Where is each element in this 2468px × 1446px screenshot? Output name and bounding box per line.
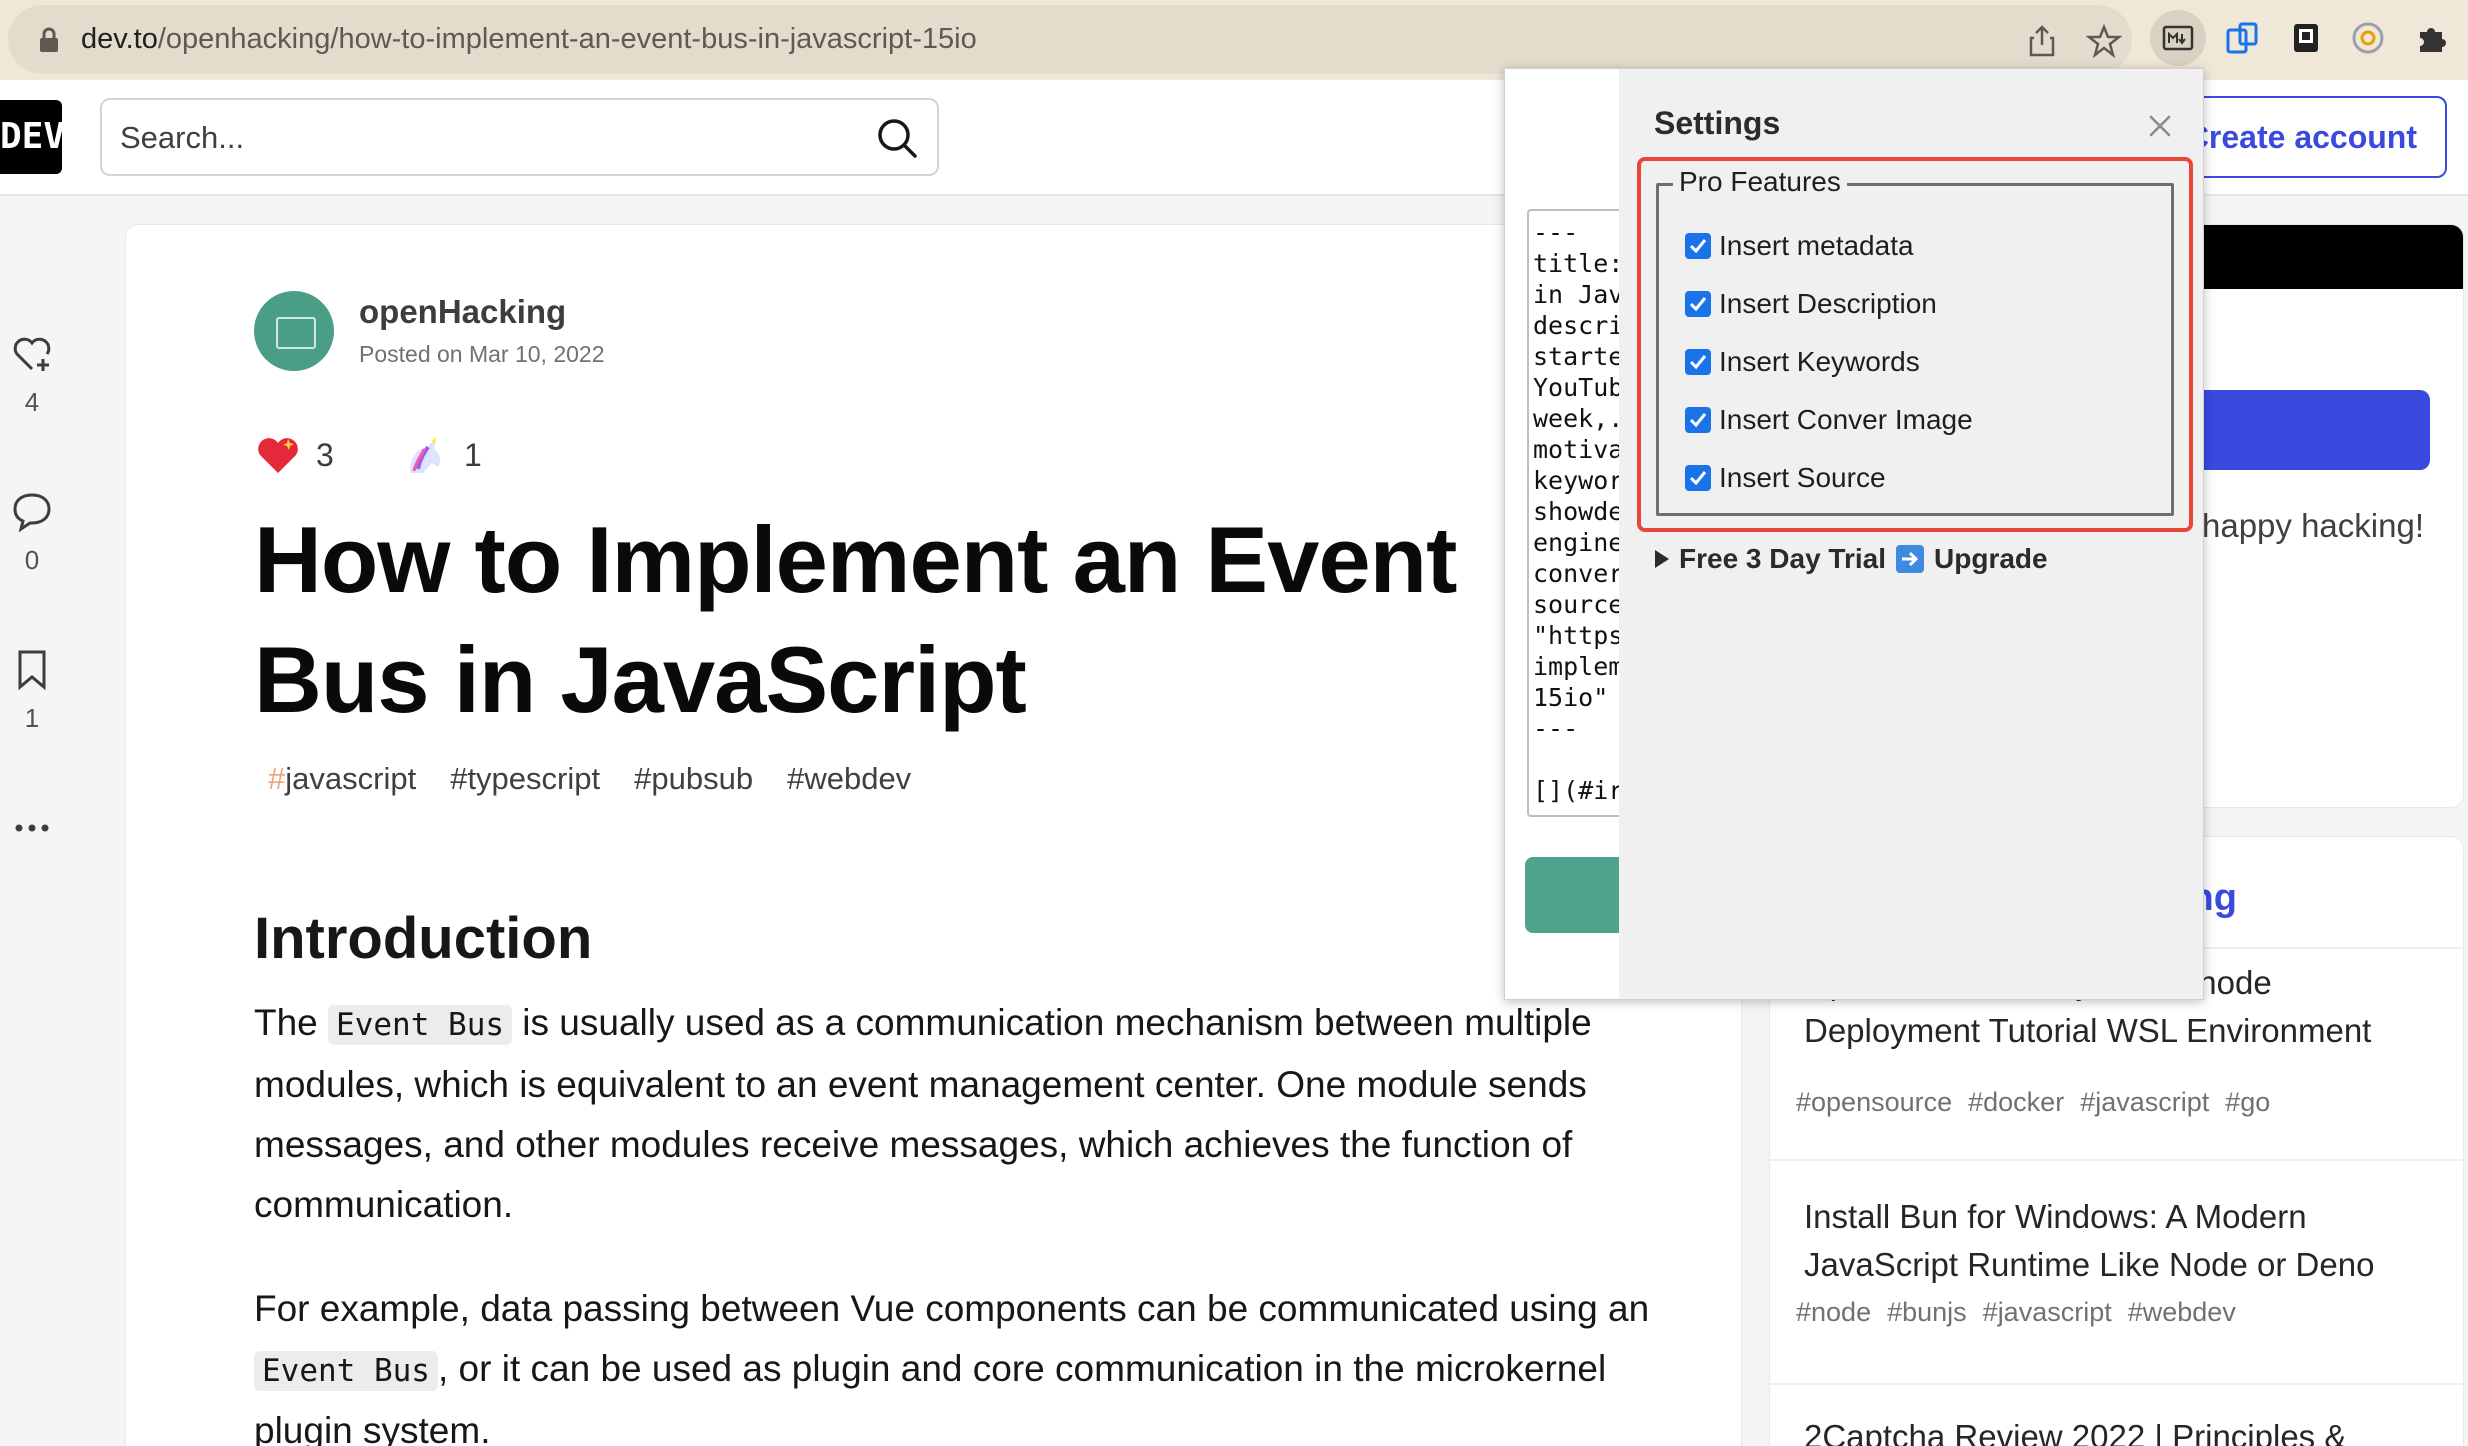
checkmark-icon	[1689, 297, 1707, 312]
post-date: Posted on Mar 10, 2022	[359, 341, 605, 367]
option-label: Insert metadata	[1719, 230, 1914, 261]
url-text[interactable]: dev.to/openhacking/how-to-implement-an-e…	[81, 23, 977, 56]
tag[interactable]: #webdev	[2128, 1297, 2236, 1328]
checkmark-icon	[1689, 355, 1707, 370]
lock-icon	[40, 27, 58, 52]
author-name[interactable]: openHacking	[359, 293, 566, 331]
bookmark-action[interactable]: 1	[0, 647, 64, 734]
search-box[interactable]	[100, 98, 939, 176]
tag-pubsub[interactable]: #pubsub	[634, 761, 753, 797]
search-icon[interactable]	[875, 116, 919, 160]
right-arrow-icon	[1896, 545, 1925, 573]
list-item-tags: #node #bunjs #javascript #webdev	[1796, 1297, 2236, 1328]
settings-title: Settings	[1654, 105, 1781, 141]
unicorn-reaction-count: 1	[464, 436, 482, 473]
pro-features-legend: Pro Features	[1673, 166, 1847, 198]
article-title: How to Implement an Event Bus in JavaScr…	[254, 507, 1457, 732]
option-insert-cover-image[interactable]: Insert Conver Image	[1685, 404, 1973, 436]
checkmark-icon	[1689, 413, 1707, 428]
like-action[interactable]: 4	[0, 331, 64, 418]
more-dots-icon	[15, 824, 49, 832]
disclosure-triangle-icon	[1655, 550, 1669, 568]
checkbox-insert-metadata[interactable]	[1685, 233, 1711, 259]
article-card: openHacking Posted on Mar 10, 2022 3 1 H…	[126, 225, 1741, 1446]
unicorn-reaction[interactable]: 1	[402, 433, 482, 477]
share-icon[interactable]	[2024, 23, 2060, 59]
happy-hacking-text: happy hacking!	[2202, 507, 2424, 544]
comment-count: 0	[24, 545, 40, 575]
heart-reaction-count: 3	[316, 436, 334, 473]
heart-reaction[interactable]: 3	[254, 433, 334, 477]
option-label: Insert Keywords	[1719, 346, 1920, 377]
checkbox-insert-source[interactable]	[1685, 465, 1711, 491]
comment-action[interactable]: 0	[0, 489, 64, 576]
tag-javascript[interactable]: #javascript	[268, 761, 416, 797]
paragraph-1: The Event Bus is usually used as a commu…	[254, 1002, 1592, 1225]
address-bar[interactable]: dev.to/openhacking/how-to-implement-an-e…	[8, 5, 2132, 74]
responsive-extension-icon[interactable]	[2224, 20, 2260, 56]
dev-logo[interactable]: DEV	[0, 100, 62, 174]
option-insert-description[interactable]: Insert Description	[1685, 288, 1937, 320]
paragraph-2: For example, data passing between Vue co…	[254, 1288, 1650, 1446]
upgrade-link[interactable]: Upgrade	[1934, 543, 2048, 575]
circle-extension-icon[interactable]	[2350, 20, 2386, 56]
tag[interactable]: #javascript	[2080, 1087, 2209, 1118]
bookmark-count: 1	[24, 703, 40, 733]
more-actions[interactable]	[0, 806, 64, 850]
tag[interactable]: #bunjs	[1887, 1297, 1967, 1328]
option-insert-keywords[interactable]: Insert Keywords	[1685, 346, 1920, 378]
author-avatar[interactable]	[254, 291, 334, 371]
search-input[interactable]	[120, 114, 840, 162]
tag[interactable]: #javascript	[1983, 1297, 2112, 1328]
list-item-title[interactable]: 2Captcha Review 2022 | Principles &	[1804, 1413, 2424, 1446]
tag[interactable]: #node	[1796, 1297, 1871, 1328]
option-label: Insert Source	[1719, 462, 1886, 493]
like-count: 4	[24, 387, 40, 417]
option-insert-metadata[interactable]: Insert metadata	[1685, 230, 1914, 262]
unicorn-reaction-icon	[410, 437, 441, 473]
extension-popup: --- title: in Jav descri starte YouTub w…	[1504, 68, 2204, 1000]
list-item-title[interactable]: Install Bun for Windows: A Modern JavaSc…	[1804, 1193, 2424, 1289]
trial-text: Free 3 Day Trial	[1679, 543, 1887, 574]
tag[interactable]: #go	[2225, 1087, 2270, 1118]
checkbox-insert-cover-image[interactable]	[1685, 407, 1711, 433]
puzzle-extensions-icon[interactable]	[2414, 20, 2450, 56]
heart-plus-icon	[13, 337, 51, 371]
option-label: Insert Conver Image	[1719, 404, 1973, 435]
active-extension-button[interactable]	[2150, 10, 2206, 66]
inline-code: Event Bus	[328, 1005, 513, 1045]
tag[interactable]: #docker	[1968, 1087, 2064, 1118]
qr-extension-icon[interactable]	[2288, 20, 2324, 56]
section-heading: Introduction	[254, 906, 593, 971]
checkbox-insert-description[interactable]	[1685, 291, 1711, 317]
settings-panel: Settings Pro Features Insert metadata In…	[1619, 69, 2203, 999]
inline-code: Event Bus	[254, 1351, 438, 1391]
comment-icon	[13, 493, 51, 533]
list-item[interactable]: Install Bun for Windows: A Modern JavaSc…	[1770, 1159, 2463, 1369]
bookmark-icon	[18, 650, 46, 691]
checkmark-icon	[1689, 471, 1707, 486]
close-icon[interactable]	[2147, 113, 2173, 139]
checkbox-insert-keywords[interactable]	[1685, 349, 1711, 375]
list-item[interactable]: 2Captcha Review 2022 | Principles &	[1770, 1383, 2463, 1446]
tag[interactable]: #opensource	[1796, 1087, 1952, 1118]
tag-typescript[interactable]: #typescript	[450, 761, 600, 797]
reaction-rail: 4 0 1	[0, 196, 64, 1446]
list-item-tags: #opensource #docker #javascript #go	[1796, 1087, 2270, 1118]
option-label: Insert Description	[1719, 288, 1937, 319]
heart-reaction-icon	[258, 438, 298, 473]
free-trial-disclosure[interactable]: Free 3 Day Trial Upgrade	[1655, 543, 2048, 575]
url-domain: dev.to	[81, 23, 158, 55]
url-path: /openhacking/how-to-implement-an-event-b…	[157, 23, 977, 55]
option-insert-source[interactable]: Insert Source	[1685, 462, 1886, 494]
pro-features-group: Pro Features Insert metadata Insert Desc…	[1656, 166, 2174, 516]
tag-webdev[interactable]: #webdev	[787, 761, 911, 797]
markdown-extension-icon	[2162, 25, 2194, 51]
bookmark-star-icon[interactable]	[2086, 23, 2122, 59]
tag-list: #javascript #typescript #pubsub #webdev	[268, 761, 911, 797]
checkmark-icon	[1689, 239, 1707, 254]
